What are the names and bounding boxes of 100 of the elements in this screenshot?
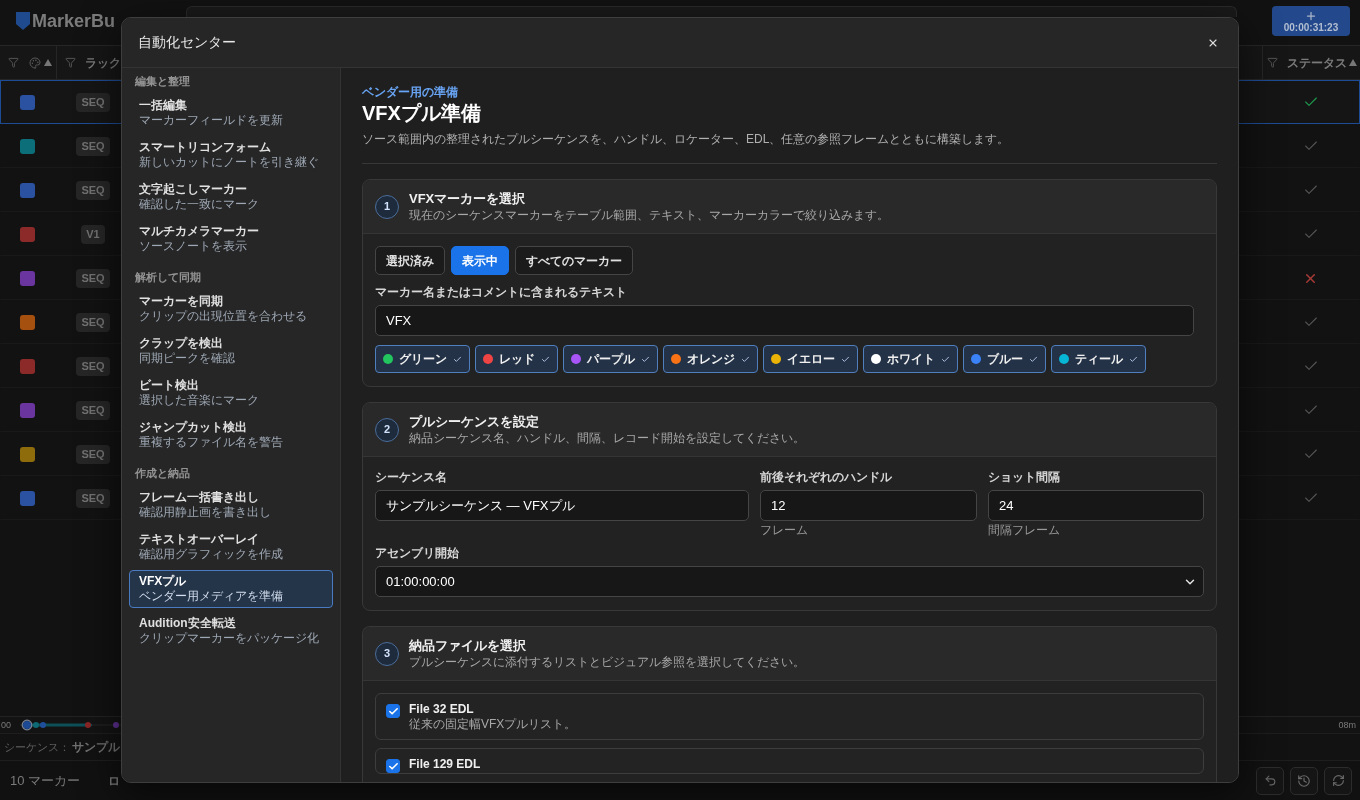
- filter-icon[interactable]: [65, 57, 76, 68]
- step-subtitle: 納品シーケンス名、ハンドル、間隔、レコード開始を設定してください。: [409, 430, 805, 446]
- search-text-field[interactable]: VFX: [375, 305, 1194, 336]
- search-field[interactable]: [186, 6, 1237, 17]
- track-tag: SEQ: [76, 180, 110, 200]
- log-label: ロ: [108, 772, 121, 790]
- sidebar-item[interactable]: フレーム一括書き出し 確認用静止画を書き出し: [129, 486, 333, 524]
- sort-up-icon[interactable]: [1349, 59, 1357, 66]
- track-tag: SEQ: [76, 400, 110, 420]
- palette-icon[interactable]: [29, 56, 41, 69]
- field-label: シーケンス名: [375, 469, 448, 485]
- sidebar-item[interactable]: クラップを検出 同期ピークを確認: [129, 332, 333, 370]
- page-title: VFXプル準備: [362, 101, 482, 126]
- scope-button[interactable]: 選択済み: [375, 246, 445, 275]
- timeline-end-label: 08m: [1338, 720, 1356, 730]
- file-title: File 32 EDL: [409, 701, 475, 717]
- step-subtitle: プルシーケンスに添付するリストとビジュアル参照を選択してください。: [409, 654, 805, 670]
- track-tag: SEQ: [76, 312, 110, 332]
- sidebar-item[interactable]: マーカーを同期 クリップの出現位置を合わせる: [129, 290, 333, 328]
- assembly-start-select[interactable]: 01:00:00:00: [375, 566, 1204, 597]
- scope-button[interactable]: すべてのマーカー: [515, 246, 633, 275]
- file-option-card[interactable]: File 32 EDL 従来の固定幅VFXプルリスト。: [375, 693, 1204, 740]
- column-header[interactable]: ステータス: [1287, 53, 1347, 72]
- timeline-start-label: 00: [1, 720, 11, 730]
- color-filter-chip[interactable]: イエロー: [763, 345, 858, 373]
- refresh-button[interactable]: [1324, 766, 1352, 795]
- field-label: マーカー名またはコメントに含まれるテキスト: [375, 284, 628, 300]
- step-title: プルシーケンスを設定: [409, 413, 540, 430]
- sort-up-icon[interactable]: [44, 59, 52, 66]
- check-icon: [941, 354, 950, 364]
- sidebar-item[interactable]: ジャンプカット検出 重複するファイル名を警告: [129, 416, 333, 454]
- shield-logo-icon: [16, 12, 30, 30]
- page-description: ソース範囲内の整理されたプルシーケンスを、ハンドル、ロケーター、EDL、任意の参照フレームとともに構築します。: [362, 131, 1011, 147]
- field-hint: 間隔フレーム: [988, 523, 1061, 537]
- sidebar-item[interactable]: 一括編集 マーカーフィールドを更新: [129, 94, 333, 132]
- marker-count: 10 マーカー: [10, 771, 81, 790]
- sidebar-item[interactable]: ビート検出 選択した音楽にマーク: [129, 374, 333, 412]
- check-icon: [1129, 354, 1138, 364]
- step-number: 1: [375, 194, 399, 219]
- field-label: アセンブリ開始: [375, 545, 460, 561]
- track-tag: V1: [81, 224, 105, 244]
- history-button[interactable]: [1290, 766, 1318, 795]
- color-filter-chip[interactable]: パープル: [563, 345, 658, 373]
- sidebar-item[interactable]: Audition安全転送 クリップマーカーをパッケージ化: [129, 612, 333, 650]
- step-subtitle: 現在のシーケンスマーカーをテーブル範囲、テキスト、マーカーカラーで絞り込みます。: [409, 207, 889, 223]
- undo-icon: [1263, 774, 1277, 787]
- field-label: ショット間隔: [988, 469, 1061, 485]
- check-icon: [541, 354, 550, 364]
- sidebar-item[interactable]: マルチカメラマーカー ソースノートを表示: [129, 220, 333, 258]
- checkbox[interactable]: [386, 759, 400, 773]
- check-icon: [453, 354, 462, 364]
- dialog-title: 自動化センター: [138, 33, 236, 52]
- file-title: File 129 EDL: [409, 756, 481, 772]
- track-tag: SEQ: [76, 136, 110, 156]
- text-field[interactable]: 24: [988, 490, 1204, 521]
- checkbox[interactable]: [386, 704, 400, 718]
- track-tag: SEQ: [76, 268, 110, 288]
- color-filter-chip[interactable]: ブルー: [963, 345, 1046, 373]
- sidebar-heading: 作成と納品: [134, 466, 191, 481]
- refresh-icon: [1331, 774, 1345, 787]
- sidebar-heading: 編集と整理: [133, 74, 191, 89]
- scope-button[interactable]: 表示中: [451, 246, 509, 275]
- color-filter-chip[interactable]: ティール: [1051, 345, 1146, 373]
- color-filter-chip[interactable]: レッド: [475, 345, 558, 373]
- sidebar-heading: 解析して同期: [134, 270, 202, 285]
- app-logo: MarkerBu: [32, 11, 116, 31]
- check-icon: [641, 354, 650, 364]
- step-number: 2: [375, 417, 399, 442]
- add-timecode-button[interactable]: 00:00:31:23: [1272, 6, 1350, 36]
- file-description: 従来の固定幅VFXプルリスト。: [409, 717, 577, 732]
- track-tag: SEQ: [76, 356, 110, 376]
- column-header[interactable]: ラック: [85, 53, 121, 72]
- color-filter-chip[interactable]: グリーン: [375, 345, 470, 373]
- sidebar-item[interactable]: テキストオーバーレイ 確認用グラフィックを作成: [129, 528, 333, 566]
- check-icon: [387, 760, 399, 772]
- page-eyebrow: ベンダー用の準備: [362, 84, 459, 100]
- file-option-card[interactable]: File 129 EDL: [375, 748, 1204, 774]
- field-hint: フレーム: [760, 523, 809, 537]
- plus-icon: [1305, 9, 1317, 22]
- step-title: 納品ファイルを選択: [409, 637, 527, 654]
- check-icon: [387, 705, 399, 717]
- step-title: VFXマーカーを選択: [409, 190, 527, 207]
- color-filter-chip[interactable]: ホワイト: [863, 345, 958, 373]
- track-tag: SEQ: [76, 444, 110, 464]
- track-tag: SEQ: [76, 92, 110, 112]
- step-number: 3: [375, 641, 399, 666]
- text-field[interactable]: サンプルシーケンス — VFXプル: [375, 490, 749, 521]
- check-icon: [841, 354, 850, 364]
- sidebar-item[interactable]: スマートリコンフォーム 新しいカットにノートを引き継ぐ: [129, 136, 333, 174]
- filter-icon[interactable]: [1267, 57, 1278, 68]
- undo-button[interactable]: [1256, 766, 1284, 795]
- history-icon: [1297, 773, 1311, 788]
- sidebar-item[interactable]: 文字起こしマーカー 確認した一致にマーク: [129, 178, 333, 216]
- field-label: 前後それぞれのハンドル: [760, 469, 893, 485]
- check-icon: [1029, 354, 1038, 364]
- filter-icon[interactable]: [8, 57, 19, 68]
- sidebar-item[interactable]: VFXプル ベンダー用メディアを準備: [129, 570, 333, 608]
- color-filter-chip[interactable]: オレンジ: [663, 345, 758, 373]
- sequence-label: シーケンス：: [4, 739, 70, 755]
- text-field[interactable]: 12: [760, 490, 977, 521]
